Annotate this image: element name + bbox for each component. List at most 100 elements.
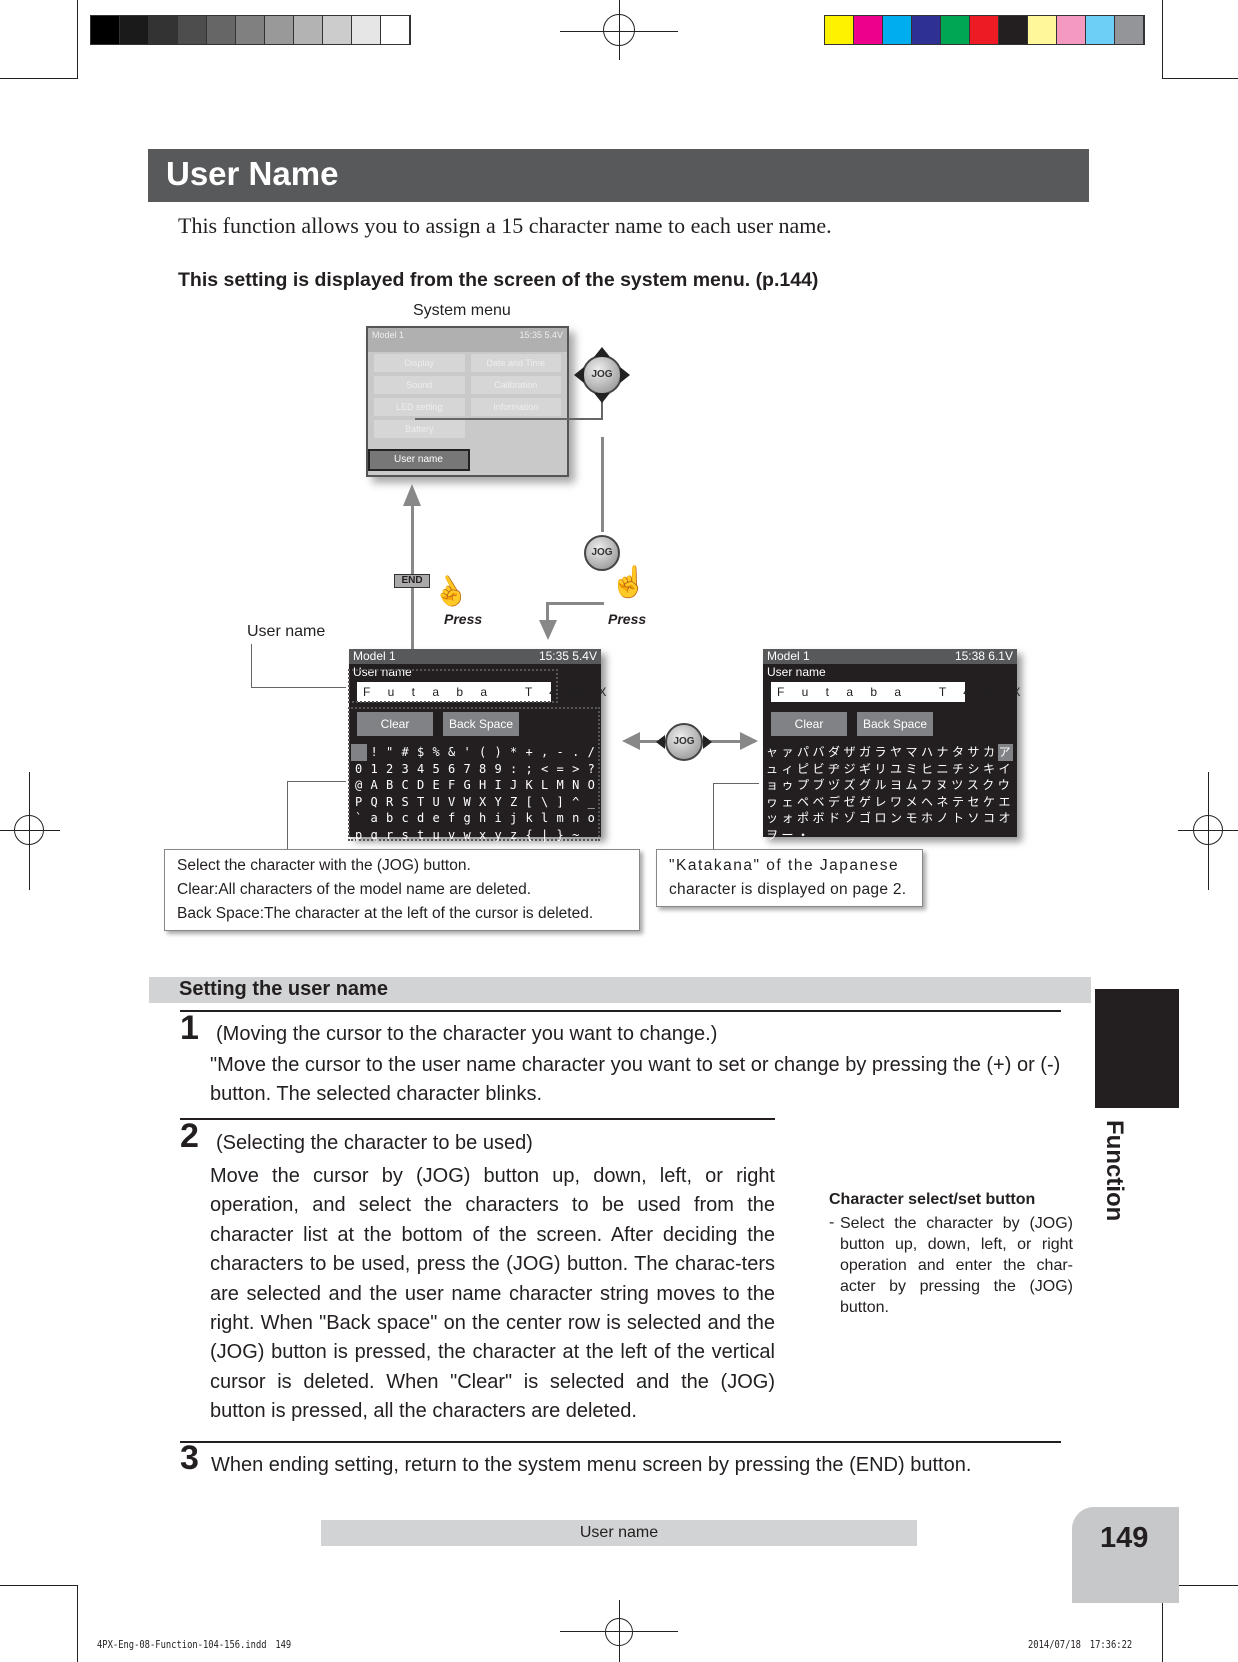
color-swatch (381, 16, 410, 44)
caption-line: "Katakana" of the Japanese (669, 857, 900, 874)
caption-left: Select the character with the (JOG) butt… (164, 849, 640, 931)
jog-label: JOG (665, 723, 703, 761)
menu-row: Battery (368, 418, 567, 440)
connector-line (713, 783, 714, 849)
connector-line (251, 687, 346, 688)
connector-line (546, 602, 604, 605)
system-menu-screen: Model 1 15:35 5.4V Display Date and Time So… (366, 326, 569, 477)
page-title: User Name (148, 149, 1089, 202)
step-number: 1 (180, 1009, 199, 1047)
system-menu-label: System menu (413, 302, 511, 319)
arrow-up-icon (403, 484, 421, 506)
side-tab (1095, 989, 1179, 1108)
page-number: 149 (1072, 1507, 1179, 1603)
press-label: Press (608, 611, 647, 627)
connector-line (287, 781, 346, 782)
color-bar (824, 15, 1145, 45)
registration-mark (1193, 815, 1223, 845)
color-swatch (825, 16, 854, 44)
status-label: 15:35 5.4V (538, 649, 597, 663)
connector-line (546, 602, 549, 622)
file-name: 4PX-Eng-08-Function-104-156.indd 149 (97, 1638, 292, 1651)
connector-line (601, 437, 604, 532)
menu-row: LED setting Information (368, 396, 567, 418)
arrow-down-icon (539, 620, 557, 640)
character-row: pqrstuvwxyz{|}~ (355, 827, 599, 842)
clear-button: Clear (771, 712, 847, 736)
crop-mark (0, 1585, 78, 1586)
color-swatch (236, 16, 265, 44)
menu-item: LED setting (374, 398, 465, 416)
model-label: Model 1 (767, 649, 810, 663)
registration-mark (14, 815, 44, 845)
side-note-dash: - (829, 1214, 835, 1231)
step-divider (180, 1010, 1061, 1012)
character-row: ュィピビヂジギリユミヒニチシキイ (766, 761, 1015, 776)
menu-item: Battery (374, 420, 465, 438)
character-grid: ャァパバダザガラヤマハナタサカア ュィピビヂジギリユミヒニチシキイ ョゥプブヅズグル… (763, 744, 1017, 843)
crop-mark (1162, 0, 1163, 78)
jog-button-icon: JOG (654, 712, 714, 772)
model-label: Model 1 (353, 649, 396, 663)
character-row: ヮェペベデゼゲレワメヘネテセケエ (766, 794, 1015, 809)
crop-mark (77, 1585, 78, 1662)
hand-press-icon: ☝ (426, 569, 473, 614)
model-label: Model 1 (372, 330, 405, 340)
user-name-screen-page2: Model 1 15:38 6.1V User name F u t a b a … (763, 649, 1020, 842)
caption-line: character is displayed on page 2. (669, 881, 907, 898)
step-number: 2 (180, 1117, 199, 1155)
menu-item (471, 420, 562, 438)
color-swatch (323, 16, 352, 44)
arrow-right-icon (740, 732, 758, 750)
character-row: ヲー・ (766, 827, 902, 842)
connector-line (251, 644, 252, 687)
step-body: Move the cursor by (JOG) button up, down… (210, 1165, 775, 1423)
menu-item: Date and Time (470, 354, 561, 372)
jog-label: JOG (582, 355, 622, 395)
status-label: 15:35 5.4V (519, 330, 563, 340)
character-row: ョゥプブヅズグルヨムフヌツスクウ (766, 778, 1014, 792)
caption-right: "Katakana" of the Japanese character is … (656, 849, 923, 907)
color-swatch (1057, 16, 1086, 44)
side-tab-label: Function (1101, 1120, 1128, 1222)
name-field-highlight (348, 669, 558, 703)
end-button-icon: END (394, 574, 430, 588)
footer-label: User name (321, 1520, 917, 1546)
intro-text: This function allows you to assign a 15 … (178, 213, 832, 238)
press-label: Press (444, 611, 483, 627)
color-swatch (120, 16, 149, 44)
color-swatch (1028, 16, 1057, 44)
subtitle: This setting is displayed from the scree… (178, 269, 819, 291)
color-swatch (352, 16, 381, 44)
hand-press-icon: ☝ (610, 566, 648, 599)
print-timestamp: 2014/07/18 17:36:22 (1028, 1638, 1133, 1651)
color-swatch (999, 16, 1028, 44)
character-row: ャァパバダザガラヤマハナタサカア (766, 745, 1015, 759)
user-name-field: F u t a b a T 4 P X (769, 682, 1020, 702)
connector-line (287, 781, 288, 849)
character-row: ッォポボドゾゴロンモホノトソコオ (766, 811, 1015, 825)
color-swatch (883, 16, 912, 44)
arrow-left-icon (622, 732, 640, 750)
crop-mark (1162, 78, 1238, 79)
color-swatch (294, 16, 323, 44)
crop-mark (0, 78, 78, 79)
color-swatch (1115, 16, 1144, 44)
color-swatch (941, 16, 970, 44)
caption-line: Back Space:The character at the left of … (177, 905, 594, 922)
menu-row: Sound Calibration (368, 374, 567, 396)
crop-mark (77, 0, 78, 78)
crop-mark (619, 0, 620, 60)
step-heading: (Selecting the character to be used) (216, 1132, 533, 1154)
step-heading: (Moving the cursor to the character you … (216, 1023, 718, 1045)
back-space-button: Back Space (857, 712, 933, 736)
caption-line: Clear:All characters of the model name a… (177, 881, 532, 898)
character-row: `abcdefghijklmno (355, 811, 599, 825)
color-swatch (178, 16, 207, 44)
color-swatch (912, 16, 941, 44)
crop-mark (619, 1600, 620, 1662)
section-header: Setting the user name (149, 977, 1091, 1003)
step-divider (180, 1441, 1061, 1443)
side-note-body: Select the character by (JOG) button up,… (840, 1215, 1073, 1316)
menu-item: Information (470, 398, 561, 416)
